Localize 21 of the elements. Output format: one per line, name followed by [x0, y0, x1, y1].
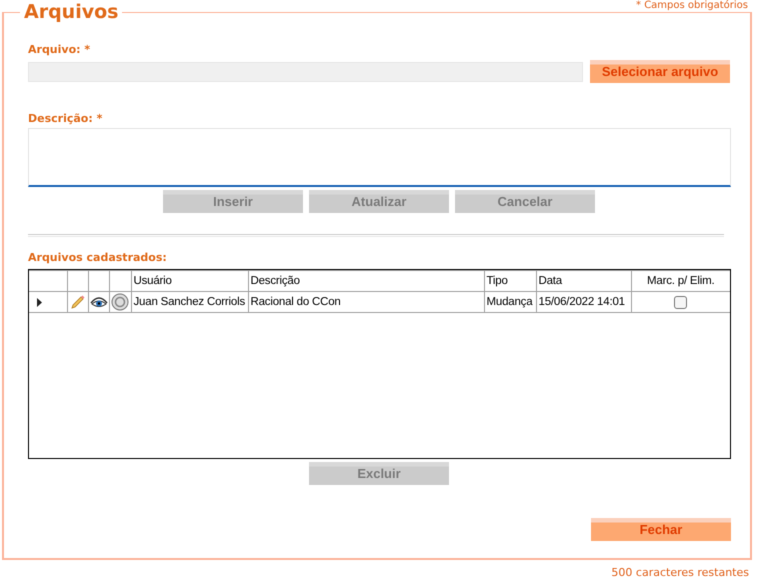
field-label: Arquivo: * — [28, 43, 92, 57]
column-header[interactable]: Marc. p/ Elim. — [631, 270, 730, 292]
section-label: Arquivos cadastrados: — [28, 251, 168, 265]
table-cell: Mudança — [484, 292, 536, 312]
file-path-field[interactable] — [28, 62, 583, 82]
description-field[interactable] — [28, 128, 731, 187]
table-cell: 15/06/2022 14:01 — [536, 292, 631, 312]
table-cell: Racional do CCon — [248, 292, 484, 312]
column-header[interactable]: Usuário — [131, 270, 248, 292]
column-header[interactable]: Data — [536, 270, 631, 292]
table-cell: Juan Sanchez Corriols — [131, 292, 248, 312]
required-fields-note: * Campos obrigatórios — [633, 0, 748, 11]
field-label: Descrição: * — [28, 112, 104, 126]
checkbox[interactable] — [674, 296, 688, 308]
select-file-button[interactable]: Selecionar arquivo — [590, 60, 730, 83]
column-header[interactable]: Tipo — [484, 270, 536, 292]
column-header[interactable]: Descrição — [248, 270, 484, 292]
pencil-icon[interactable] — [70, 294, 86, 310]
eye-icon[interactable] — [90, 295, 108, 309]
character-counter: 500 caracteres restantes — [611, 566, 749, 579]
close-button[interactable]: Fechar — [591, 518, 731, 541]
